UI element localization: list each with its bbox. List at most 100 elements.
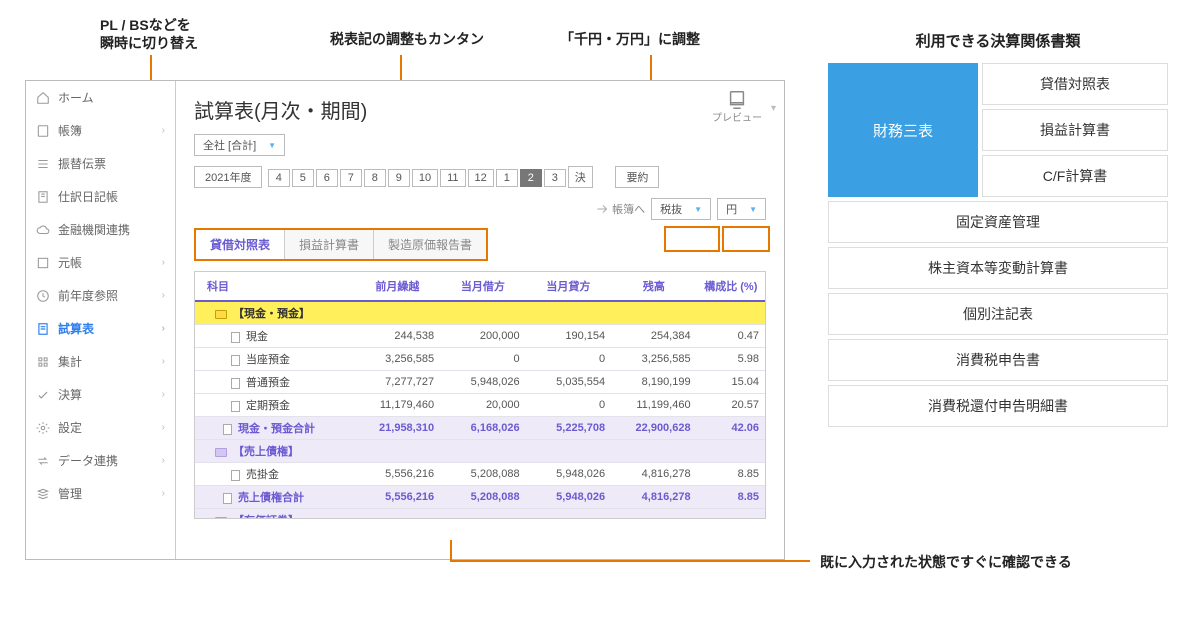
sidebar-item-11[interactable]: データ連携› [26, 444, 175, 477]
gear-icon [36, 421, 50, 435]
doc-card[interactable]: 貸借対照表 [982, 63, 1168, 105]
sidebar-item-6[interactable]: 前年度参照› [26, 279, 175, 312]
col-header: 科目 [195, 272, 355, 301]
sidebar-item-8[interactable]: 集計› [26, 345, 175, 378]
sidebar-item-5[interactable]: 元帳› [26, 246, 175, 279]
doc-card[interactable]: 消費税申告書 [828, 339, 1168, 381]
report-tabs: 貸借対照表損益計算書製造原価報告書 [194, 228, 488, 261]
month-btn-6[interactable]: 6 [316, 169, 338, 187]
callout-line [450, 540, 452, 560]
col-header: 前月繰越 [355, 272, 441, 301]
table-row[interactable]: 【売上債権】 [195, 440, 765, 463]
table-wrap: 科目前月繰越当月借方当月貸方残高構成比 (%) 【現金・預金】現金244,538… [194, 271, 766, 519]
tab-0[interactable]: 貸借対照表 [196, 230, 285, 259]
doc-icon [36, 322, 50, 336]
chevron-right-icon: › [162, 125, 165, 136]
month-btn-2[interactable]: 2 [520, 169, 542, 187]
chevron-right-icon: › [162, 257, 165, 268]
unit-select[interactable]: 円▼ [717, 198, 766, 220]
journal-icon [36, 190, 50, 204]
stack-icon [36, 487, 50, 501]
page-icon [231, 332, 240, 343]
month-btn-12[interactable]: 12 [468, 169, 494, 187]
chevron-right-icon: › [162, 389, 165, 400]
doc-card[interactable]: 固定資産管理 [828, 201, 1168, 243]
summary-button[interactable]: 要約 [615, 166, 659, 188]
preview-button[interactable]: プレビュー [712, 89, 762, 124]
page-icon [231, 470, 240, 481]
page-icon [231, 355, 240, 366]
doc-card[interactable]: 個別注記表 [828, 293, 1168, 335]
sidebar-item-7[interactable]: 試算表› [26, 312, 175, 345]
tab-2[interactable]: 製造原価報告書 [374, 230, 486, 259]
sub-toolbar: 帳簿へ 税抜▼ 円▼ [190, 198, 766, 220]
to-ledger-link[interactable]: 帳簿へ [596, 201, 645, 217]
sidebar-item-10[interactable]: 設定› [26, 411, 175, 444]
chevron-right-icon: › [162, 323, 165, 334]
table-row[interactable]: 【現金・預金】 [195, 301, 765, 325]
table-row[interactable]: 現金・預金合計21,958,3106,168,0265,225,70822,90… [195, 417, 765, 440]
table-row[interactable]: 普通預金7,277,7275,948,0265,035,5548,190,199… [195, 371, 765, 394]
callout-mid: 税表記の調整もカンタン [330, 30, 484, 48]
month-btn-7[interactable]: 7 [340, 169, 362, 187]
doc-card[interactable]: 株主資本等変動計算書 [828, 247, 1168, 289]
sidebar-item-12[interactable]: 管理› [26, 477, 175, 510]
ledger-icon [36, 256, 50, 270]
sidebar: ホーム帳簿›振替伝票仕訳日記帳金融機関連携元帳›前年度参照›試算表›集計›決算›… [26, 81, 176, 559]
chevron-down-icon[interactable]: ▾ [771, 103, 776, 114]
chevron-right-icon: › [162, 356, 165, 367]
company-selector[interactable]: 全社 [合計]▼ [194, 134, 285, 156]
sidebar-item-9[interactable]: 決算› [26, 378, 175, 411]
page-title: 試算表(月次・期間) [194, 95, 770, 124]
folder-icon [215, 310, 227, 319]
month-btn-9[interactable]: 9 [388, 169, 410, 187]
month-btn-11[interactable]: 11 [440, 169, 465, 187]
month-strip: 2021年度 456789101112123決 要約 [194, 166, 770, 188]
docs-panel: 利用できる決算関係書類 財務三表 貸借対照表損益計算書C/F計算書 固定資産管理… [828, 30, 1168, 427]
stage: PL / BSなどを 瞬時に切り替え 税表記の調整もカンタン 「千円・万円」に調… [0, 0, 1200, 621]
month-btn-10[interactable]: 10 [412, 169, 438, 187]
table-row[interactable]: 当座預金3,256,585003,256,5855.98 [195, 348, 765, 371]
sidebar-item-0[interactable]: ホーム [26, 81, 175, 114]
table-row[interactable]: 【有価証券】 [195, 509, 765, 520]
table-row[interactable]: 現金244,538200,000190,154254,3840.47 [195, 325, 765, 348]
table-row[interactable]: 定期預金11,179,46020,000011,199,46020.57 [195, 394, 765, 417]
sidebar-item-2[interactable]: 振替伝票 [26, 147, 175, 180]
callout-right: 「千円・万円」に調整 [560, 30, 700, 48]
chevron-right-icon: › [162, 455, 165, 466]
month-btn-8[interactable]: 8 [364, 169, 386, 187]
year-button[interactable]: 2021年度 [194, 166, 262, 188]
tax-select[interactable]: 税抜▼ [651, 198, 711, 220]
docs-big-card[interactable]: 財務三表 [828, 63, 978, 197]
table-row[interactable]: 売上債権合計5,556,2165,208,0885,948,0264,816,2… [195, 486, 765, 509]
doc-card[interactable]: 消費税還付申告明細書 [828, 385, 1168, 427]
page-icon [223, 424, 232, 435]
page-icon [223, 493, 232, 504]
list-icon [36, 157, 50, 171]
month-btn-3[interactable]: 3 [544, 169, 566, 187]
chevron-right-icon: › [162, 422, 165, 433]
cloud-icon [36, 223, 50, 237]
month-btn-5[interactable]: 5 [292, 169, 314, 187]
home-icon [36, 91, 50, 105]
book-icon [36, 124, 50, 138]
page-icon [231, 378, 240, 389]
tab-1[interactable]: 損益計算書 [285, 230, 374, 259]
month-btn-4[interactable]: 4 [268, 169, 290, 187]
history-icon [36, 289, 50, 303]
sidebar-item-3[interactable]: 仕訳日記帳 [26, 180, 175, 213]
callout-bottom: 既に入力された状態ですぐに確認できる [820, 552, 1160, 589]
sidebar-item-4[interactable]: 金融機関連携 [26, 213, 175, 246]
doc-card[interactable]: C/F計算書 [982, 155, 1168, 197]
check-icon [36, 388, 50, 402]
sidebar-item-1[interactable]: 帳簿› [26, 114, 175, 147]
month-btn-決[interactable]: 決 [568, 166, 593, 188]
folder-icon [215, 517, 227, 519]
app-window: ホーム帳簿›振替伝票仕訳日記帳金融機関連携元帳›前年度参照›試算表›集計›決算›… [25, 80, 785, 560]
table-row[interactable]: 売掛金5,556,2165,208,0885,948,0264,816,2788… [195, 463, 765, 486]
doc-card[interactable]: 損益計算書 [982, 109, 1168, 151]
trial-balance-table: 科目前月繰越当月借方当月貸方残高構成比 (%) 【現金・預金】現金244,538… [195, 272, 765, 519]
month-btn-1[interactable]: 1 [496, 169, 518, 187]
col-header: 当月貸方 [526, 272, 612, 301]
sum-icon [36, 355, 50, 369]
